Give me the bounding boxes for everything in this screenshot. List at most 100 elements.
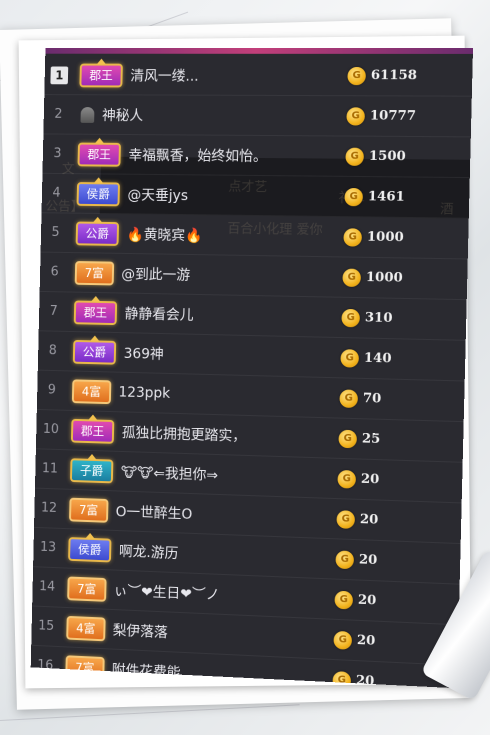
user-name[interactable]: @天垂jys [127, 184, 344, 206]
coin-icon: G [340, 348, 360, 368]
badge-label: 郡王 [89, 68, 113, 82]
gift-amount: 1500 [368, 148, 406, 165]
gift-amount: 61158 [370, 68, 418, 84]
rank-badge: 7富 [74, 260, 114, 285]
badge-label: 7富 [78, 502, 99, 517]
coin-icon: G [346, 106, 366, 126]
gift-total: G 1000 [342, 268, 467, 288]
gift-total: G 1461 [344, 187, 469, 207]
rank-number: 8 [48, 343, 57, 359]
coin-icon: G [344, 187, 364, 206]
badge-label: 郡王 [83, 305, 108, 320]
crown-icon [89, 334, 100, 342]
gift-amount: 20 [356, 632, 376, 649]
user-name[interactable]: 清风一缕... [130, 65, 348, 85]
coin-icon: G [347, 66, 367, 85]
user-name[interactable]: 123ppk [118, 384, 339, 406]
gift-total: G 20 [335, 549, 460, 573]
coin-icon: G [345, 147, 365, 166]
gift-amount: 1000 [365, 269, 403, 286]
crown-icon [87, 453, 97, 460]
user-name[interactable]: 梨伊落落 [113, 619, 334, 649]
badge-label: 4富 [76, 620, 96, 636]
badge-label: 郡王 [87, 147, 112, 162]
photo-print: 文 点才艺 礼单 酒 公告】 百合小化理 爱你 1郡王清风一缕...G61158… [18, 35, 474, 689]
ranking-screen: 文 点才艺 礼单 酒 公告】 百合小化理 爱你 1郡王清风一缕...G61158… [30, 47, 474, 689]
gift-total: G 20 [336, 509, 461, 533]
coin-icon: G [338, 429, 358, 448]
ranking-list: 1 郡王 清风一缕... G 61158 2 神秘人 G 10777 3 郡王 幸福飘香，始终如怡。 G… [30, 55, 473, 689]
gift-amount: 1461 [367, 189, 405, 205]
user-name[interactable]: 🔥黄晓宾🔥 [126, 224, 343, 247]
gift-total: G 70 [339, 388, 464, 411]
rank-number: 11 [41, 461, 59, 477]
crown-icon [87, 413, 98, 421]
user-name[interactable]: 神秘人 [102, 105, 347, 126]
crown-icon [94, 137, 105, 144]
rank-badge: 公爵 [72, 334, 117, 365]
badge-label: 侯爵 [86, 186, 111, 201]
rank-badge: 郡王 [79, 58, 123, 87]
rank-number: 3 [53, 146, 62, 162]
ranking-row[interactable]: 5 公爵 🔥黄晓宾🔥 G 1000 [40, 213, 469, 260]
coin-icon: G [337, 469, 357, 489]
user-name[interactable]: 🐮🐮⇐我担你⇒ [121, 461, 338, 488]
user-name[interactable]: 啊龙.游历 [119, 541, 336, 570]
coin-icon: G [341, 308, 361, 327]
coin-icon: G [334, 590, 354, 610]
gift-total: G 10777 [346, 106, 471, 126]
gift-amount: 20 [359, 512, 379, 528]
ranking-row[interactable]: 1 郡王 清风一缕... G 61158 [44, 55, 473, 97]
gift-total: G 140 [340, 348, 465, 370]
gift-amount: 310 [364, 310, 393, 327]
badge-label: 7富 [84, 265, 104, 280]
rank-number: 9 [47, 382, 56, 398]
coin-icon: G [333, 630, 353, 650]
user-name[interactable]: ぃ︶❤生日❤︶ノ [114, 580, 335, 609]
gift-amount: 20 [358, 552, 378, 569]
gift-amount: 10777 [369, 108, 417, 124]
rank-number: 5 [51, 225, 60, 241]
user-name[interactable]: 369神 [124, 343, 341, 368]
top-accent-strip [45, 47, 474, 54]
crown-icon [96, 58, 107, 65]
gift-amount: 70 [362, 391, 382, 407]
rank-badge: 侯爵 [68, 532, 112, 562]
user-name[interactable]: 附件花费能... [112, 659, 333, 688]
ranking-row[interactable]: 2 神秘人 G 10777 [43, 95, 472, 138]
user-name[interactable]: O一世醉生O [115, 501, 336, 529]
mystery-user-icon [80, 106, 95, 123]
ranking-row[interactable]: 4 侯爵 @天垂jys G 1461 [41, 173, 470, 219]
rank-number: 15 [38, 618, 55, 635]
gift-amount: 20 [360, 471, 380, 488]
user-name[interactable]: 静静看会儿 [124, 303, 341, 327]
ranking-row[interactable]: 3 郡王 幸福飘香，始终如怡。 G 1500 [42, 134, 471, 179]
rank-number: 10 [42, 421, 60, 438]
rank-badge: 7富 [67, 575, 107, 602]
coin-icon: G [336, 509, 356, 529]
coin-icon: G [343, 227, 363, 247]
rank-number: 13 [39, 539, 57, 556]
gift-total: G 1000 [343, 227, 468, 248]
rank-badge: 7富 [65, 654, 105, 681]
badge-label: 7富 [75, 660, 95, 675]
crown-icon [90, 295, 101, 302]
rank-badge: 4富 [71, 378, 112, 404]
rank-number: 4 [52, 185, 61, 201]
coin-icon: G [335, 549, 355, 569]
rank-badge: 4富 [66, 615, 106, 641]
rank-badge: 侯爵 [76, 176, 121, 206]
rank-badge: 郡王 [70, 413, 115, 444]
badge-label: 子爵 [79, 462, 104, 478]
coin-icon: G [342, 268, 362, 287]
user-name[interactable]: 幸福飘香，始终如怡。 [128, 144, 346, 166]
user-name[interactable]: 孤独比拥抱更踏实， [122, 422, 339, 448]
gift-total: G 20 [337, 469, 462, 491]
gift-amount: 20 [357, 592, 377, 609]
badge-label: 7富 [76, 581, 97, 596]
badge-label: 公爵 [85, 226, 110, 241]
rank-number: 16 [37, 657, 54, 674]
user-name[interactable]: @到此一游 [121, 263, 343, 287]
gift-total: G 1500 [345, 147, 470, 166]
rank-number: 7 [49, 303, 58, 319]
